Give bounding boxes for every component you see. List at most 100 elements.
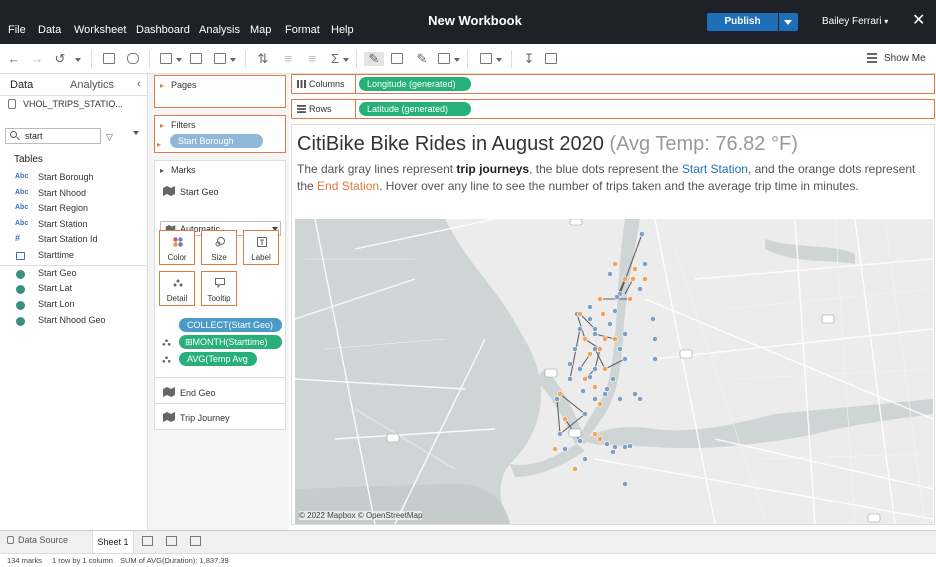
start-station-dot[interactable] <box>610 376 616 382</box>
tab-data-source[interactable]: Data Source <box>7 535 68 545</box>
tab-sheet-1[interactable]: Sheet 1 <box>92 531 134 553</box>
database-icon[interactable] <box>127 53 139 64</box>
field-item[interactable]: Start Lat <box>0 282 148 296</box>
end-station-dot[interactable] <box>562 416 568 422</box>
start-station-dot[interactable] <box>577 438 583 444</box>
start-station-dot[interactable] <box>622 481 628 487</box>
new-story-icon[interactable] <box>190 536 201 546</box>
start-station-dot[interactable] <box>572 346 578 352</box>
columns-shelf[interactable]: Columns Longitude (generated) <box>291 74 935 94</box>
viz-title[interactable]: CitiBike Bike Rides in August 2020 (Avg … <box>297 133 798 156</box>
marks-layer-name[interactable]: Trip Journey <box>180 413 230 423</box>
start-station-dot[interactable] <box>637 286 643 292</box>
end-station-dot[interactable] <box>602 336 608 342</box>
clear-sheet-caret-icon[interactable] <box>230 58 236 62</box>
new-worksheet-icon[interactable] <box>160 53 172 64</box>
start-station-dot[interactable] <box>587 316 593 322</box>
swap-icon[interactable]: ⇅ <box>255 52 271 66</box>
start-station-dot[interactable] <box>607 321 613 327</box>
start-station-dot[interactable] <box>592 346 598 352</box>
end-station-dot[interactable] <box>612 336 618 342</box>
start-station-dot[interactable] <box>567 361 573 367</box>
marks-layer-name[interactable]: End Geo <box>180 388 216 398</box>
field-search-input[interactable]: start <box>5 128 101 144</box>
chart-type-icon[interactable] <box>480 53 492 64</box>
end-station-dot[interactable] <box>630 276 636 282</box>
start-station-dot[interactable] <box>554 396 560 402</box>
start-station-dot[interactable] <box>612 444 618 450</box>
size-button[interactable]: Size <box>201 230 237 265</box>
clear-sheet-icon[interactable] <box>214 53 226 64</box>
pane-menu-caret-icon[interactable] <box>133 131 139 135</box>
rows-shelf[interactable]: Rows Latitude (generated) <box>291 99 935 119</box>
end-station-dot[interactable] <box>577 311 583 317</box>
end-station-dot[interactable] <box>622 276 628 282</box>
redo-caret-icon[interactable] <box>75 58 81 62</box>
field-item[interactable]: Start Nhood Geo <box>0 314 148 328</box>
start-station-dot[interactable] <box>567 376 573 382</box>
start-station-dot[interactable] <box>577 366 583 372</box>
end-station-dot[interactable] <box>602 366 608 372</box>
color-button[interactable]: Color <box>159 230 195 265</box>
start-station-dot[interactable] <box>562 446 568 452</box>
publish-dropdown-button[interactable] <box>779 13 798 31</box>
longitude-pill[interactable]: Longitude (generated) <box>359 77 471 91</box>
collect-geo-pill[interactable]: COLLECT(Start Geo) <box>179 318 282 332</box>
download-icon[interactable]: ↧ <box>521 52 537 66</box>
start-station-dot[interactable] <box>652 356 658 362</box>
start-station-dot[interactable] <box>587 304 593 310</box>
filter-pill[interactable]: Start Borough <box>170 134 263 148</box>
duplicate-sheet-icon[interactable] <box>190 53 202 64</box>
new-worksheet-caret-icon[interactable] <box>176 58 182 62</box>
filters-card[interactable]: ▸ Filters ▸ Start Borough <box>154 115 286 153</box>
field-item[interactable]: Abc Start Region <box>0 202 148 216</box>
start-station-dot[interactable] <box>592 331 598 337</box>
pages-card[interactable]: ▸ Pages <box>154 75 286 108</box>
start-station-dot[interactable] <box>607 271 613 277</box>
end-station-dot[interactable] <box>597 401 603 407</box>
field-item[interactable]: Starttime <box>0 249 148 263</box>
totals-icon[interactable]: Σ <box>327 52 343 66</box>
fit-caret-icon[interactable] <box>454 58 460 62</box>
end-station-dot[interactable] <box>597 296 603 302</box>
end-station-dot[interactable] <box>557 391 563 397</box>
back-icon[interactable]: ← <box>6 52 22 66</box>
field-filter-icon[interactable]: ▽ <box>106 132 113 143</box>
start-station-dot[interactable] <box>557 431 563 437</box>
start-station-dot[interactable] <box>580 388 586 394</box>
map-view[interactable]: © 2022 Mapbox © OpenStreetMap <box>295 219 933 524</box>
label-button[interactable]: Label <box>243 230 279 265</box>
start-station-dot[interactable] <box>642 261 648 267</box>
start-station-dot[interactable] <box>610 449 616 455</box>
month-starttime-pill[interactable]: ⊞MONTH(Starttime) <box>179 335 282 349</box>
field-item[interactable]: Start Geo <box>0 267 148 281</box>
avg-temp-pill[interactable]: AVG(Temp Avg F) <box>179 352 257 378</box>
new-dashboard-icon[interactable] <box>166 536 177 546</box>
start-station-dot[interactable] <box>604 386 610 392</box>
new-datasource-icon[interactable] <box>103 53 115 64</box>
field-item[interactable]: # Start Station Id <box>0 233 148 247</box>
start-station-dot[interactable] <box>627 443 633 449</box>
start-station-dot[interactable] <box>592 396 598 402</box>
field-item[interactable]: Abc Start Nhood <box>0 187 148 201</box>
presentation-icon[interactable] <box>545 53 557 64</box>
end-station-dot[interactable] <box>600 311 606 317</box>
field-item[interactable]: Start Lon <box>0 298 148 312</box>
totals-caret-icon[interactable] <box>343 58 349 62</box>
end-station-dot[interactable] <box>597 436 603 442</box>
new-sheet-icon[interactable] <box>142 536 153 546</box>
sort-descending-icon[interactable]: ≡ <box>304 52 320 66</box>
start-station-dot[interactable] <box>602 391 608 397</box>
start-station-dot[interactable] <box>632 391 638 397</box>
start-station-dot[interactable] <box>612 308 618 314</box>
start-station-dot[interactable] <box>650 316 656 322</box>
end-station-dot[interactable] <box>597 346 603 352</box>
annotate-icon[interactable]: ✎ <box>414 52 430 66</box>
forward-icon[interactable]: → <box>29 52 45 66</box>
start-station-dot[interactable] <box>614 294 620 300</box>
detail-button[interactable]: Detail <box>159 271 195 306</box>
chart-type-caret-icon[interactable] <box>496 58 502 62</box>
start-station-dot[interactable] <box>622 444 628 450</box>
user-menu[interactable]: Bailey Ferrari ▾ <box>822 16 888 27</box>
field-item[interactable]: Abc Start Borough <box>0 171 148 185</box>
